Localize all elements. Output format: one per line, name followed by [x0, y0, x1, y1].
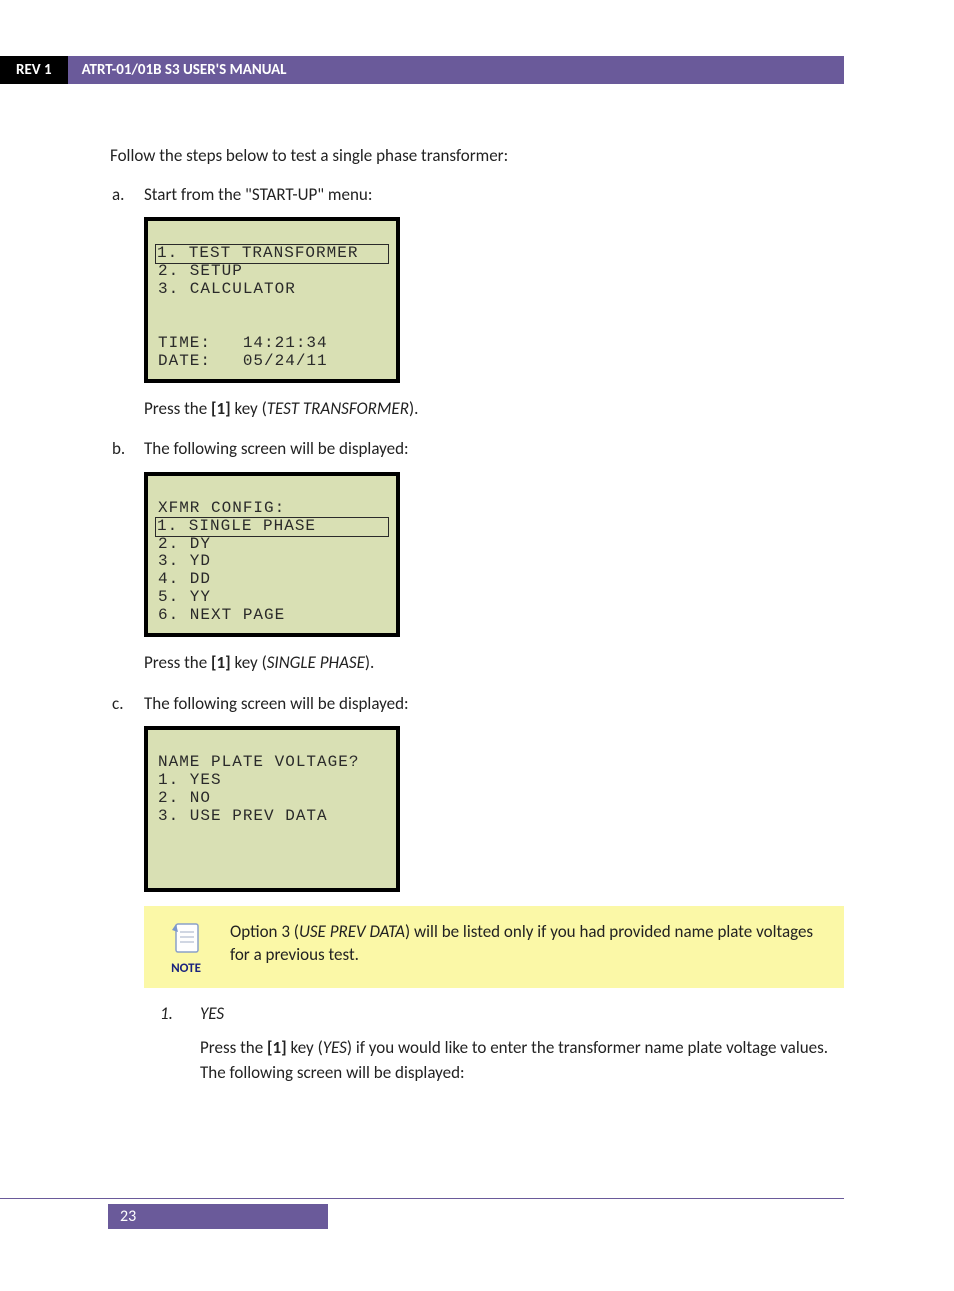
document-header: REV 1 ATRT-01/01B S3 USER'S MANUAL: [0, 56, 954, 84]
step-c-lead: The following screen will be displayed:: [144, 692, 844, 717]
step-b-instruction: Press the [1] key (SINGLE PHASE).: [144, 651, 844, 676]
substep-1-yes: 1. YES Press the [1] key (YES) if you wo…: [160, 1002, 844, 1086]
lcd-screen-startup: 1. TEST TRANSFORMER2. SETUP3. CALCULATOR…: [144, 217, 400, 382]
lcd-screen-nameplate: NAME PLATE VOLTAGE?1. YES2. NO3. USE PRE…: [144, 726, 400, 891]
note-text: Option 3 (USE PREV DATA) will be listed …: [230, 920, 826, 968]
substep-instruction: Press the [1] key (YES) if you would lik…: [200, 1036, 844, 1085]
substep-marker: 1.: [160, 1002, 200, 1086]
footer-rule: [0, 1198, 844, 1199]
step-b: b. The following screen will be displaye…: [110, 437, 844, 686]
step-marker: a.: [110, 183, 144, 432]
note-icon: [168, 920, 204, 956]
page-number: 23: [108, 1204, 328, 1229]
step-c: c. The following screen will be displaye…: [110, 692, 844, 1086]
step-marker: c.: [110, 692, 144, 1086]
substep-title: YES: [200, 1003, 224, 1024]
step-b-lead: The following screen will be displayed:: [144, 437, 844, 462]
lcd-selected-line: 1. SINGLE PHASE: [155, 517, 389, 537]
step-a: a. Start from the "START-UP" menu: 1. TE…: [110, 183, 844, 432]
lcd-selected-line: 1. TEST TRANSFORMER: [155, 244, 389, 264]
manual-title: ATRT-01/01B S3 USER'S MANUAL: [68, 56, 844, 84]
note-label: NOTE: [162, 960, 210, 978]
page-content: Follow the steps below to test a single …: [110, 144, 844, 1086]
lcd-screen-xfmr-config: XFMR CONFIG:1. SINGLE PHASE2. DY3. YD4. …: [144, 472, 400, 637]
step-a-lead: Start from the "START-UP" menu:: [144, 183, 844, 208]
intro-text: Follow the steps below to test a single …: [110, 144, 844, 169]
step-a-instruction: Press the [1] key (TEST TRANSFORMER).: [144, 397, 844, 422]
step-marker: b.: [110, 437, 144, 686]
revision-badge: REV 1: [0, 56, 68, 84]
note-callout: NOTE Option 3 (USE PREV DATA) will be li…: [144, 906, 844, 988]
